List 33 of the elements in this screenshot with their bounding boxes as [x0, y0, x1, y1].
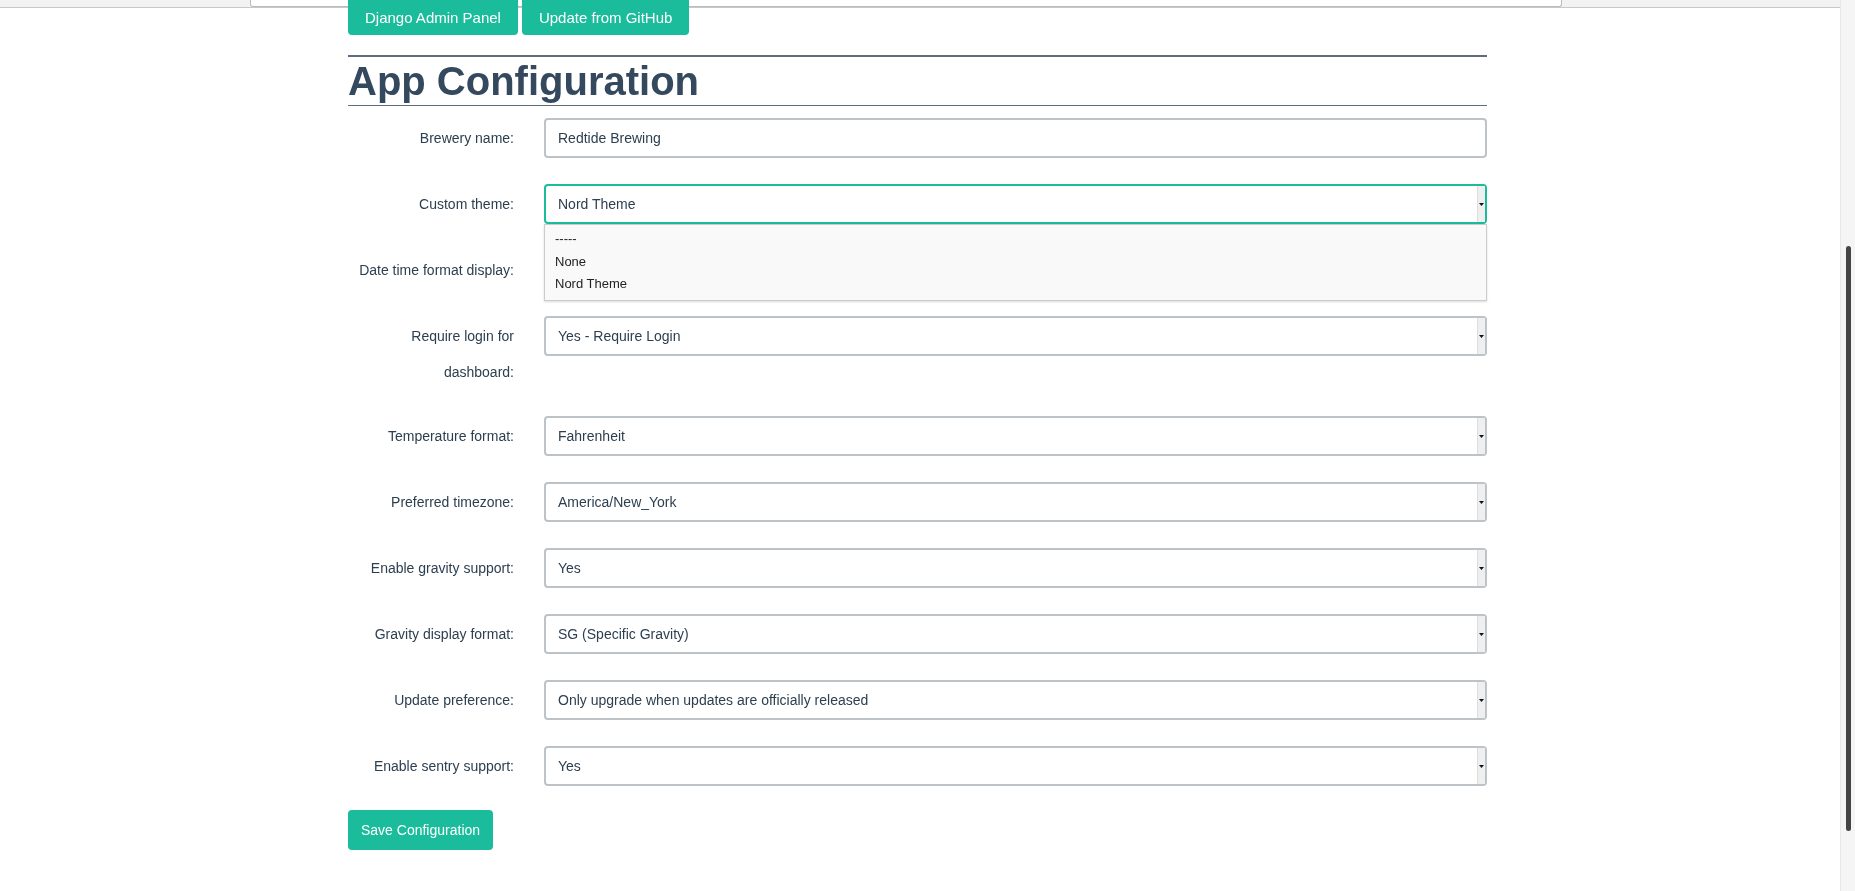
- input-field[interactable]: Redtide Brewing: [544, 118, 1487, 158]
- select-field[interactable]: SG (Specific Gravity): [544, 614, 1487, 654]
- field-label: Brewery name:: [418, 129, 514, 148]
- caret-icon: [1477, 748, 1485, 784]
- field-label: Preferred timezone:: [390, 493, 514, 512]
- select-field[interactable]: Only upgrade when updates are officially released: [544, 680, 1487, 720]
- field-label: Custom theme:: [418, 195, 514, 214]
- field-label: Temperature format:: [386, 427, 514, 446]
- select-field[interactable]: Yes: [544, 548, 1487, 588]
- caret-icon: [1477, 318, 1485, 354]
- field-label: Update preference:: [393, 691, 514, 710]
- field-label: Gravity display format:: [373, 625, 514, 644]
- scrollbar-track[interactable]: [1840, 0, 1855, 891]
- field-label: Date time format display:: [358, 261, 514, 280]
- dropdown-option[interactable]: -----: [545, 228, 1486, 251]
- page-heading: App Configuration: [348, 55, 1487, 106]
- dropdown-option[interactable]: Nord Theme: [545, 273, 1486, 296]
- caret-icon: [1477, 186, 1485, 222]
- field-label: Require login for dashboard:: [410, 327, 514, 382]
- field-label: Enable gravity support:: [369, 559, 514, 578]
- dropdown-option[interactable]: None: [545, 250, 1486, 273]
- select-field[interactable]: Nord Theme: [544, 184, 1487, 224]
- select-field[interactable]: Yes: [544, 746, 1487, 786]
- caret-icon: [1477, 484, 1485, 520]
- caret-icon: [1477, 550, 1485, 586]
- caret-icon: [1477, 682, 1485, 718]
- field-label: Enable sentry support:: [372, 757, 514, 776]
- select-field[interactable]: Yes - Require Login: [544, 316, 1487, 356]
- select-field[interactable]: Fahrenheit: [544, 416, 1487, 456]
- scrollbar-thumb[interactable]: [1846, 246, 1851, 831]
- select-field[interactable]: America/New_York: [544, 482, 1487, 522]
- caret-icon: [1477, 418, 1485, 454]
- caret-icon: [1477, 616, 1485, 652]
